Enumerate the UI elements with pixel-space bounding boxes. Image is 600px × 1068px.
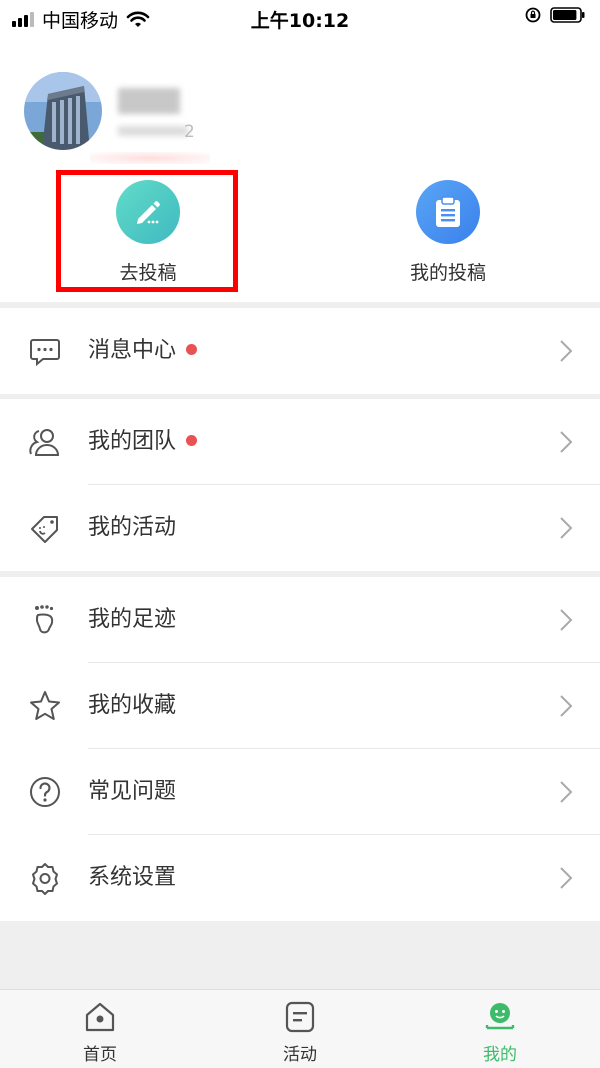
home-icon bbox=[85, 1002, 115, 1032]
menu-item-label: 我的足迹 bbox=[88, 607, 177, 632]
status-time: 上午10:12 bbox=[250, 10, 350, 32]
my-posts-button[interactable]: 我的投稿 bbox=[368, 180, 528, 285]
team-icon bbox=[29, 429, 60, 456]
menu-item-my-team[interactable]: 我的团队 bbox=[0, 399, 600, 485]
my-posts-label: 我的投稿 bbox=[409, 262, 486, 284]
profile-shadow bbox=[90, 152, 210, 164]
activity-icon bbox=[285, 1001, 315, 1033]
settings-icon bbox=[32, 863, 58, 895]
menu-item-faq[interactable]: 常见问题 bbox=[0, 749, 600, 835]
user-id-tail: 2 bbox=[184, 122, 195, 142]
menu-item-label: 消息中心 bbox=[88, 338, 177, 363]
menu-item-label: 我的收藏 bbox=[88, 693, 177, 718]
avatar[interactable] bbox=[24, 72, 102, 150]
battery-icon bbox=[550, 7, 585, 23]
orientation-lock-icon bbox=[525, 7, 541, 23]
menu-item-message-center[interactable]: 消息中心 bbox=[0, 308, 600, 394]
menu-item-label: 常见问题 bbox=[88, 779, 177, 804]
menu-item-settings[interactable]: 系统设置 bbox=[0, 835, 600, 921]
tab-activities[interactable]: 活动 bbox=[240, 1000, 360, 1065]
tab-mine[interactable]: 我的 bbox=[440, 1000, 560, 1065]
tab-label: 我的 bbox=[483, 1045, 517, 1065]
tab-home[interactable]: 首页 bbox=[40, 1000, 160, 1065]
menu-item-label: 我的团队 bbox=[88, 429, 177, 454]
tag-icon bbox=[31, 516, 58, 543]
menu-item-my-activities[interactable]: 我的活动 bbox=[0, 485, 600, 571]
notification-dot bbox=[186, 434, 198, 446]
question-icon bbox=[30, 777, 60, 807]
chevron-right-icon bbox=[560, 340, 573, 362]
user-id-blurred bbox=[118, 126, 188, 136]
chevron-right-icon bbox=[560, 695, 573, 717]
chevron-right-icon bbox=[560, 609, 573, 631]
profile-icon bbox=[485, 1003, 515, 1030]
menu-item-label: 系统设置 bbox=[88, 865, 177, 890]
tab-label: 活动 bbox=[283, 1045, 317, 1065]
notification-dot bbox=[186, 343, 198, 355]
chevron-right-icon bbox=[560, 781, 573, 803]
menu-item-my-favorites[interactable]: 我的收藏 bbox=[0, 663, 600, 749]
status-bar: 中国移动 上午10:12 bbox=[0, 0, 600, 36]
empty-area bbox=[0, 921, 600, 989]
chevron-right-icon bbox=[560, 517, 573, 539]
menu-item-my-footprints[interactable]: 我的足迹 bbox=[0, 577, 600, 663]
footprint-icon bbox=[35, 605, 54, 634]
tab-bar: 首页 活动 我的 bbox=[0, 989, 600, 1068]
clipboard-icon bbox=[416, 180, 480, 244]
message-icon bbox=[30, 339, 60, 367]
star-icon bbox=[30, 691, 60, 720]
tab-label: 首页 bbox=[83, 1045, 117, 1065]
highlight-box bbox=[56, 170, 238, 292]
chevron-right-icon bbox=[560, 867, 573, 889]
chevron-right-icon bbox=[560, 431, 573, 453]
user-name-blurred bbox=[118, 88, 180, 114]
profile-header[interactable]: 2 bbox=[0, 60, 600, 170]
menu-item-label: 我的活动 bbox=[88, 515, 177, 540]
